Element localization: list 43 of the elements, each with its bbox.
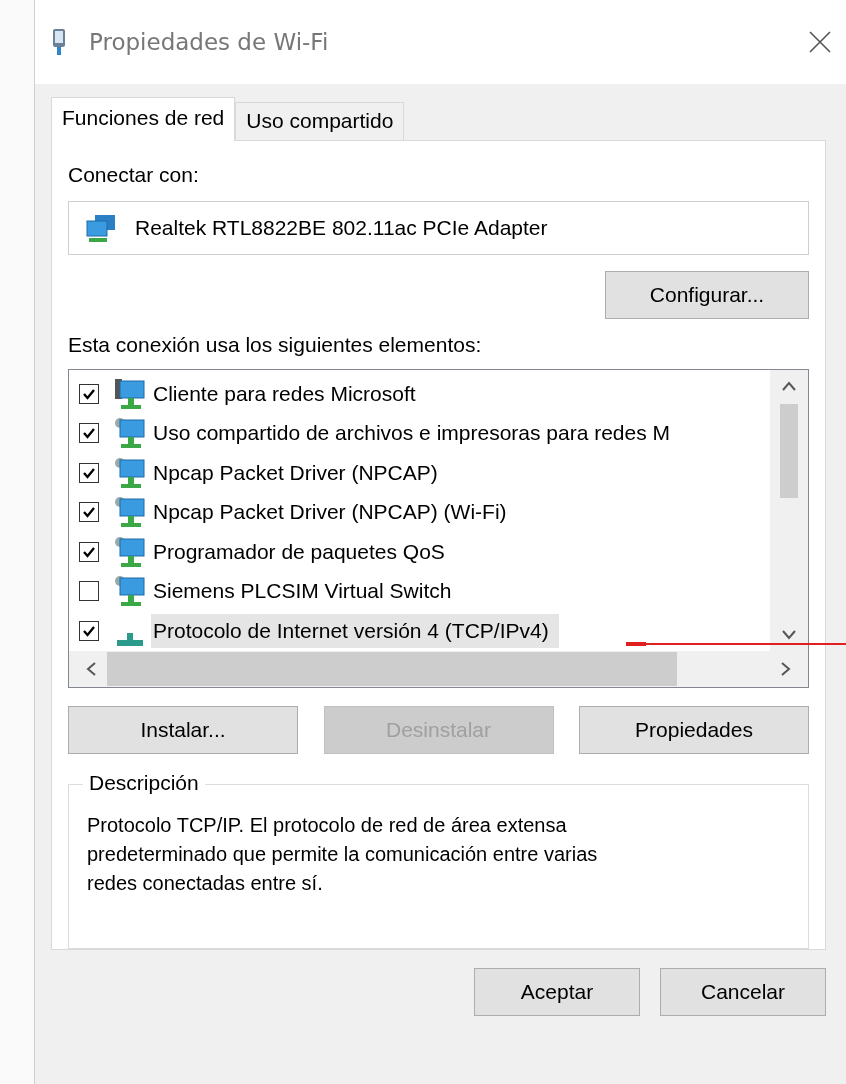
checkbox[interactable]	[79, 462, 99, 483]
configure-button[interactable]: Configurar...	[605, 271, 809, 320]
dialog-button[interactable]: Aceptar	[474, 968, 640, 1016]
tab[interactable]: Uso compartido	[235, 102, 405, 140]
protocol-icon	[117, 632, 143, 646]
checkbox[interactable]	[79, 423, 99, 444]
connect-label: Conectar con:	[68, 163, 199, 187]
list-item[interactable]: Npcap Packet Driver (NPCAP) (Wi-Fi)	[151, 498, 509, 527]
list-item[interactable]: Siemens PLCSIM Virtual Switch	[151, 577, 454, 606]
tab[interactable]: Funciones de red	[51, 97, 236, 141]
checkbox[interactable]	[79, 581, 99, 602]
list-item[interactable]: Protocolo de Internet versión 4 (TCP/IPv4)	[151, 613, 559, 648]
description-text: Protocolo TCP/IP. El protocolo de red de área extensa predeterminado que permite la comunicación entre varias redes conectadas entre sí.	[87, 812, 599, 896]
network-service-icon	[113, 416, 147, 451]
network-service-icon	[113, 574, 147, 609]
scroll-up-icon[interactable]	[781, 380, 797, 393]
close-icon[interactable]	[808, 30, 832, 54]
adapter-icon	[51, 28, 67, 56]
horizontal-scrollbar[interactable]	[69, 650, 808, 687]
network-service-icon	[113, 495, 147, 530]
scroll-down-icon[interactable]	[781, 628, 797, 641]
item-action-button[interactable]: Propiedades	[579, 705, 809, 754]
scroll-right-icon[interactable]	[780, 660, 792, 677]
scroll-thumb[interactable]	[780, 404, 798, 499]
network-client-icon	[113, 376, 147, 411]
scroll-left-icon[interactable]	[85, 660, 97, 677]
item-action-button[interactable]: Instalar...	[68, 705, 298, 754]
list-item[interactable]: Uso compartido de archivos e impresoras para redes M	[151, 419, 673, 448]
dialog-button[interactable]: Cancelar	[660, 968, 826, 1016]
list-item[interactable]: Npcap Packet Driver (NPCAP)	[151, 458, 440, 487]
checkbox[interactable]	[79, 620, 99, 641]
checkbox[interactable]	[79, 541, 99, 562]
vertical-scrollbar[interactable]	[770, 370, 808, 651]
adapter-field: Realtek RTL8822BE 802.11ac PCIe Adapter	[68, 201, 809, 256]
items-label: Esta conexión usa los siguientes elementos:	[68, 333, 482, 358]
list-item[interactable]: Cliente para redes Microsoft	[151, 379, 418, 408]
network-service-icon	[113, 455, 147, 490]
checkbox[interactable]	[79, 383, 99, 404]
network-service-icon	[113, 534, 147, 569]
window-title: Propiedades de Wi-Fi	[89, 29, 330, 55]
list-item[interactable]: Programador de paquetes QoS	[151, 537, 447, 566]
checkbox[interactable]	[79, 502, 99, 523]
scroll-thumb[interactable]	[107, 651, 677, 686]
